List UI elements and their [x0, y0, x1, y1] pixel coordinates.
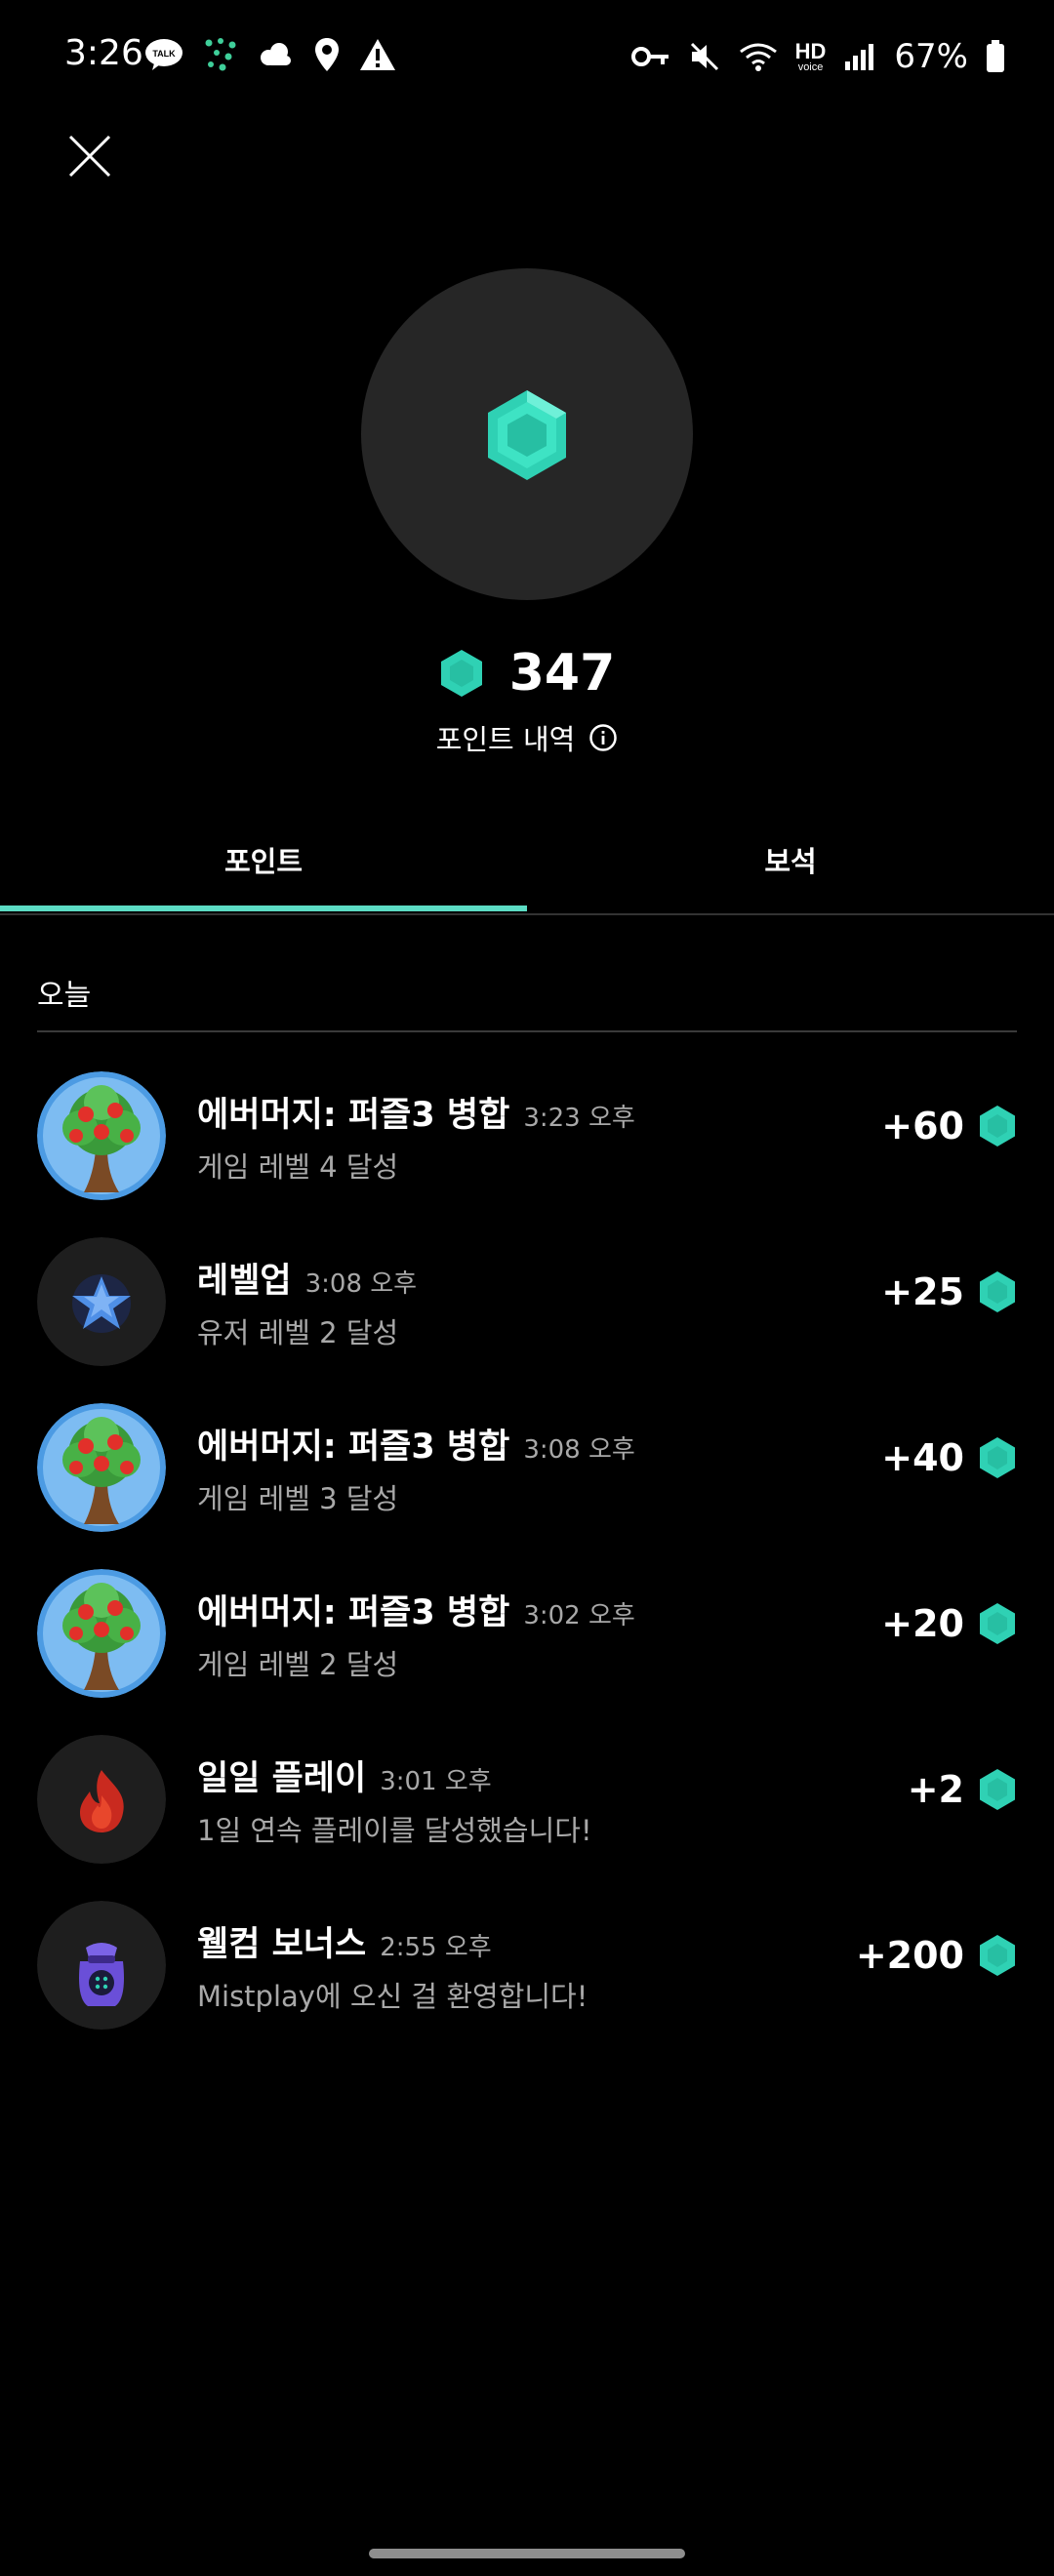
signal-icon	[843, 42, 876, 71]
points-history-list: 에버머지: 퍼즐3 병합 3:23 오후 게임 레벨 4 달성 +60 레벨업 …	[0, 1064, 1054, 2059]
item-reward: +25	[881, 1270, 1017, 1313]
close-button[interactable]	[62, 129, 117, 183]
star-icon	[37, 1237, 166, 1366]
item-reward: +40	[881, 1436, 1017, 1479]
battery-icon	[986, 40, 1005, 73]
gem-icon	[439, 649, 484, 698]
reward-amount: +200	[855, 1934, 964, 1977]
status-time: 3:26	[64, 33, 143, 73]
section-divider	[37, 1030, 1017, 1032]
points-total-row: 347	[0, 644, 1054, 703]
item-time: 2:55 오후	[380, 1933, 492, 1962]
mute-icon	[688, 40, 721, 73]
item-reward: +20	[881, 1602, 1017, 1645]
item-title: 에버머지: 퍼즐3 병합	[197, 1428, 510, 1467]
item-title: 웰컴 보너스	[197, 1925, 367, 1964]
gem-icon	[978, 1602, 1017, 1645]
tab-points[interactable]: 포인트	[0, 839, 527, 913]
tab-active-indicator	[0, 906, 527, 911]
flame-icon	[37, 1735, 166, 1864]
item-subtitle: 유저 레벨 2 달성	[197, 1316, 399, 1349]
list-item[interactable]: 웰컴 보너스 2:55 오후 Mistplay에 오신 걸 환영합니다! +20…	[0, 1893, 1054, 2059]
item-reward: +60	[881, 1105, 1017, 1147]
gem-icon	[484, 388, 570, 486]
svg-text:TALK: TALK	[152, 49, 176, 59]
points-history-label: 포인트 내역	[435, 723, 576, 756]
location-icon	[314, 37, 340, 72]
hd-voice-icon: HD voice	[794, 38, 827, 73]
reward-amount: +60	[881, 1105, 964, 1147]
reward-amount: +25	[881, 1270, 964, 1313]
item-title: 에버머지: 퍼즐3 병합	[197, 1096, 510, 1135]
battery-percent: 67%	[894, 37, 968, 76]
item-reward: +2	[908, 1768, 1017, 1811]
points-history-link[interactable]: 포인트 내역	[0, 717, 1054, 758]
item-subtitle: 게임 레벨 4 달성	[197, 1150, 399, 1184]
list-item[interactable]: 에버머지: 퍼즐3 병합 3:23 오후 게임 레벨 4 달성 +60	[0, 1064, 1054, 1229]
gem-icon	[978, 1934, 1017, 1977]
apple-tree-icon	[37, 1403, 166, 1532]
gem-icon	[978, 1436, 1017, 1479]
item-subtitle: Mistplay에 오신 걸 환영합니다!	[197, 1980, 588, 2013]
list-item[interactable]: 에버머지: 퍼즐3 병합 3:02 오후 게임 레벨 2 달성 +20	[0, 1561, 1054, 1727]
cloud-icon	[258, 40, 295, 69]
voice-label: voice	[797, 60, 824, 73]
home-indicator[interactable]	[369, 2549, 685, 2558]
item-time: 3:08 오후	[304, 1269, 418, 1299]
status-right-icons: HD voice 67%	[630, 37, 1005, 76]
list-item[interactable]: 일일 플레이 3:01 오후 1일 연속 플레이를 달성했습니다! +2	[0, 1727, 1054, 1893]
status-bar: 3:26 TALK HD voice 67%	[0, 0, 1054, 117]
close-icon[interactable]	[62, 129, 117, 183]
reward-amount: +40	[881, 1436, 964, 1479]
tab-gems[interactable]: 보석	[527, 839, 1054, 913]
item-time: 3:02 오후	[523, 1601, 635, 1630]
reward-amount: +20	[881, 1602, 964, 1645]
item-title: 레벨업	[197, 1262, 292, 1301]
hd-label: HD	[794, 38, 827, 63]
warning-icon	[359, 38, 396, 71]
item-title: 에버머지: 퍼즐3 병합	[197, 1593, 510, 1632]
dots-app-icon	[203, 37, 238, 72]
item-time: 3:23 오후	[523, 1104, 635, 1133]
gem-icon	[978, 1105, 1017, 1147]
list-item[interactable]: 에버머지: 퍼즐3 병합 3:08 오후 게임 레벨 3 달성 +40	[0, 1395, 1054, 1561]
list-item[interactable]: 레벨업 3:08 오후 유저 레벨 2 달성 +25	[0, 1229, 1054, 1395]
tab-bar: 포인트 보석	[0, 839, 1054, 915]
wifi-icon	[739, 40, 778, 73]
status-left-icons: TALK	[144, 37, 396, 72]
item-subtitle: 1일 연속 플레이를 달성했습니다!	[197, 1814, 592, 1847]
reward-amount: +2	[907, 1768, 964, 1811]
item-title: 일일 플레이	[197, 1759, 367, 1798]
apple-tree-icon	[37, 1071, 166, 1200]
gift-bag-icon	[37, 1901, 166, 2030]
info-icon[interactable]	[588, 723, 618, 752]
item-time: 3:08 오후	[523, 1435, 635, 1465]
gem-icon	[978, 1768, 1017, 1811]
key-icon	[630, 44, 670, 69]
item-subtitle: 게임 레벨 2 달성	[197, 1648, 399, 1681]
points-total: 347	[508, 644, 616, 703]
talk-icon: TALK	[144, 38, 183, 71]
apple-tree-icon	[37, 1569, 166, 1698]
section-title-today: 오늘	[37, 979, 92, 1013]
item-reward: +200	[856, 1934, 1017, 1977]
item-time: 3:01 오후	[380, 1767, 492, 1796]
gem-icon	[978, 1270, 1017, 1313]
item-subtitle: 게임 레벨 3 달성	[197, 1482, 399, 1515]
